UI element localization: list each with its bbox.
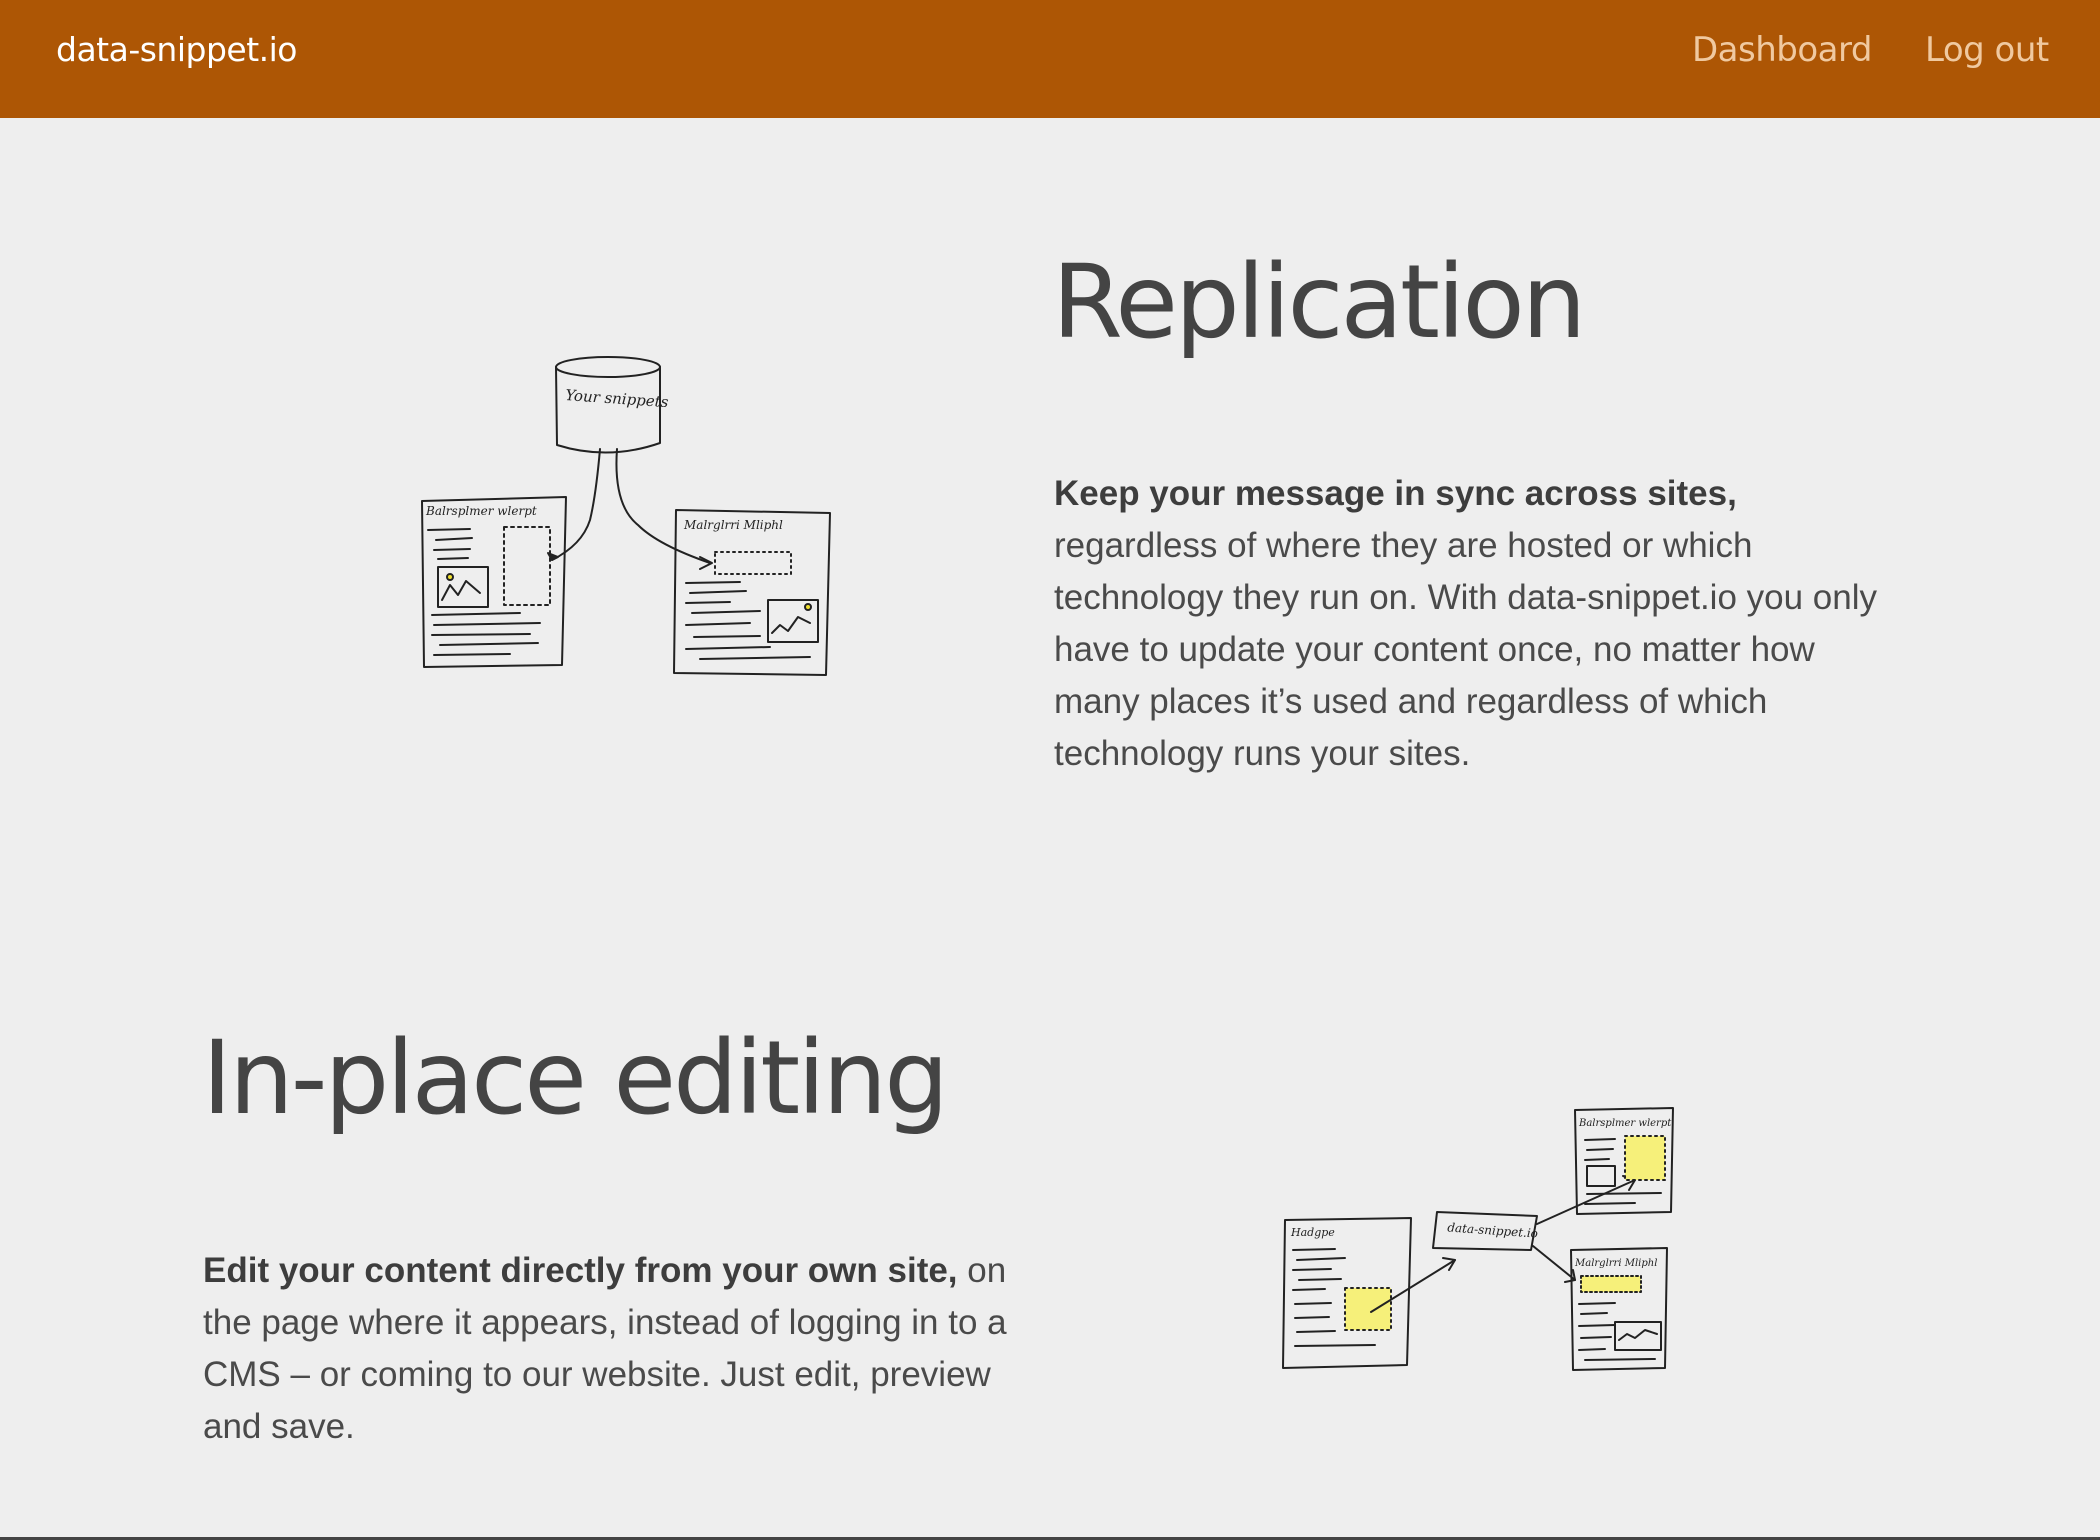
editor-page-label: Hadgpe [1290,1226,1335,1239]
right-page-label: Malrglrri Mliphl [683,518,783,532]
snippets-label: Your snippets [565,386,669,411]
brand-logo-link[interactable]: data-snippet.io [56,30,298,69]
editing-lead: Edit your content directly from your own… [203,1251,958,1290]
replication-description: Keep your message in sync across sites, … [1054,468,1894,780]
nav-dashboard-link[interactable]: Dashboard [1692,30,1872,70]
replication-lead: Keep your message in sync across sites, [1054,474,1737,513]
replication-sketch-icon: Your snippets Balrsplmer wlerpt Malrglrr… [421,356,831,676]
replication-heading: Replication [1052,243,1586,362]
site-a-label: Balrsplmer wlerpt [1578,1118,1672,1129]
nav-logout-link[interactable]: Log out [1925,30,2049,70]
replication-body: regardless of where they are hosted or w… [1054,526,1877,773]
top-navbar: data-snippet.io Dashboard Log out [0,0,2100,118]
service-label: data-snippet.io [1447,1220,1539,1240]
in-place-editing-sketch-icon: Hadgpe data-snippet.io Balrsplmer wlerpt… [1282,1107,1674,1371]
site-b-label: Malrglrri Mliphl [1574,1258,1657,1269]
in-place-editing-heading: In-place editing [202,1019,949,1138]
in-place-editing-description: Edit your content directly from your own… [203,1245,1053,1453]
left-page-label: Balrsplmer wlerpt [425,504,537,518]
